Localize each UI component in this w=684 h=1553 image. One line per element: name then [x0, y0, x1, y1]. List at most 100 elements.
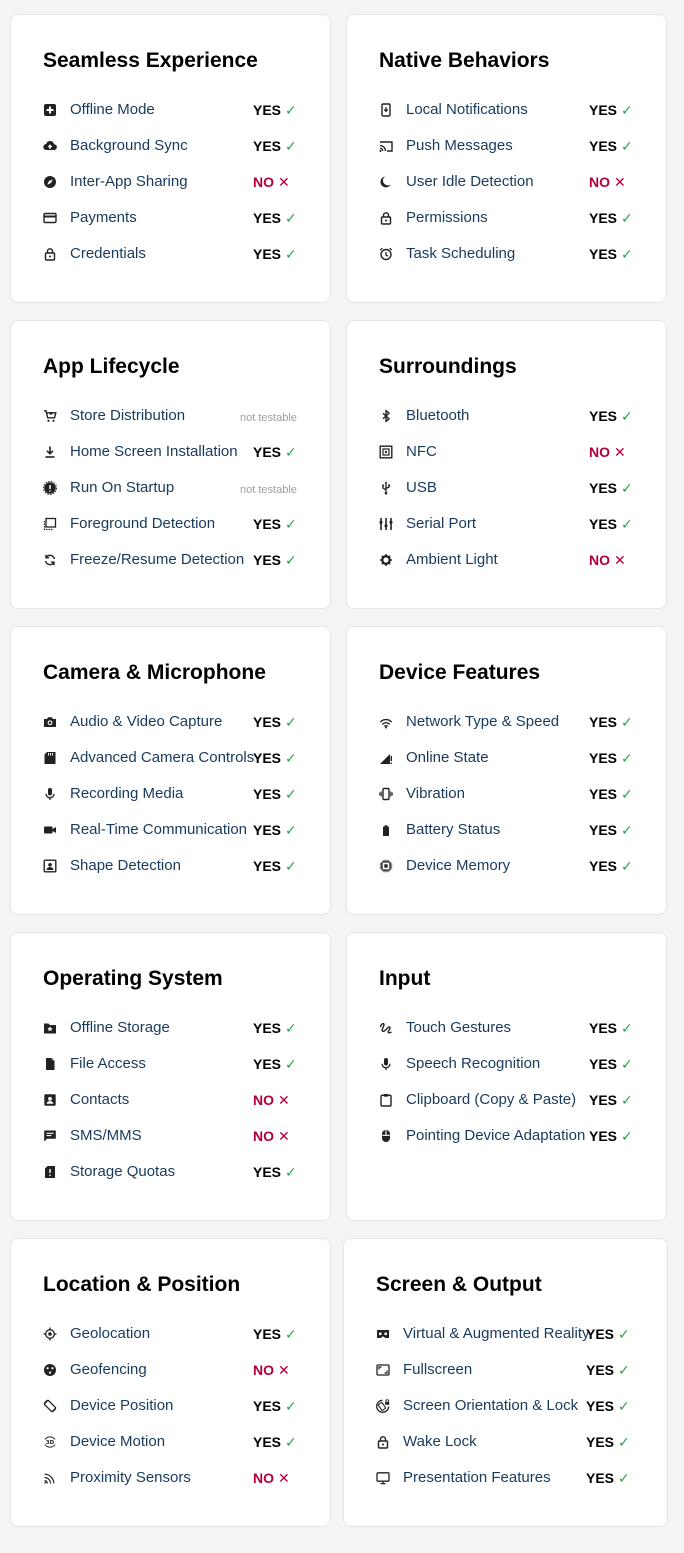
feature-row-battery-status[interactable]: Battery Status YES ✓: [379, 815, 639, 851]
feature-row-network-type-speed[interactable]: Network Type & Speed YES ✓: [379, 707, 639, 743]
feature-row-geolocation[interactable]: Geolocation YES ✓: [43, 1319, 303, 1355]
cross-icon: ✕: [614, 444, 626, 460]
feature-row-file-access[interactable]: File Access YES ✓: [43, 1049, 303, 1085]
check-icon: ✓: [618, 1398, 630, 1414]
feature-row-offline-storage[interactable]: Offline Storage YES ✓: [43, 1013, 303, 1049]
check-icon: ✓: [285, 138, 297, 154]
svg-text:3D: 3D: [46, 1440, 55, 1446]
feature-label: Payments: [70, 209, 137, 226]
phone-notification-icon: [381, 103, 391, 117]
feature-row-online-state[interactable]: Online State YES ✓: [379, 743, 639, 779]
feature-row-push-messages[interactable]: Push Messages YES ✓: [379, 131, 639, 167]
feature-row-foreground-detection[interactable]: Foreground Detection YES ✓: [43, 509, 303, 545]
feature-row-real-time-communication[interactable]: Real-Time Communication YES ✓: [43, 815, 303, 851]
status-yes: YES ✓: [589, 136, 633, 156]
gesture-icon: [379, 1022, 392, 1034]
feature-row-background-sync[interactable]: Background Sync YES ✓: [43, 131, 303, 167]
feature-row-device-motion[interactable]: 3D Device Motion YES ✓: [43, 1427, 303, 1463]
status-text: YES: [253, 444, 282, 460]
feature-row-freeze-resume-detection[interactable]: Freeze/Resume Detection YES ✓: [43, 545, 303, 581]
feature-row-serial-port[interactable]: Serial Port YES ✓: [379, 509, 639, 545]
feature-row-recording-media[interactable]: Recording Media YES ✓: [43, 779, 303, 815]
feature-row-advanced-camera-controls[interactable]: Advanced Camera Controls YES ✓: [43, 743, 303, 779]
feature-label: Run On Startup: [70, 479, 175, 496]
feature-label: Credentials: [70, 245, 146, 262]
folder-star-icon: [44, 1023, 56, 1034]
feature-row-inter-app-sharing[interactable]: Inter-App Sharing NO ✕: [43, 167, 303, 203]
feature-label: Foreground Detection: [70, 515, 216, 532]
check-icon: ✓: [285, 786, 297, 802]
feature-row-shape-detection[interactable]: Shape Detection YES ✓: [43, 851, 303, 887]
status-no: NO ✕: [253, 1090, 290, 1110]
feature-row-home-screen-installation[interactable]: Home Screen Installation YES ✓: [43, 437, 303, 473]
feature-row-geofencing[interactable]: Geofencing NO ✕: [43, 1355, 303, 1391]
feature-list: Touch Gestures YES ✓ Speech Recognition YES ✓…: [379, 1013, 639, 1157]
check-icon: ✓: [618, 1326, 630, 1342]
card-input: Input Touch Gestures YES ✓ Speech Recognitio…: [346, 932, 667, 1221]
status-yes: YES ✓: [589, 208, 633, 228]
feature-row-permissions[interactable]: Permissions YES ✓: [379, 203, 639, 239]
check-icon: ✓: [285, 1164, 297, 1180]
check-icon: ✓: [621, 516, 633, 532]
feature-row-nfc[interactable]: NFC NO ✕: [379, 437, 639, 473]
status-text: NO: [253, 1362, 274, 1378]
feature-row-pointing-device-adaptation[interactable]: Pointing Device Adaptation YES ✓: [379, 1121, 639, 1157]
feature-row-device-position[interactable]: Device Position YES ✓: [43, 1391, 303, 1427]
cross-icon: ✕: [278, 1128, 290, 1144]
feature-row-offline-mode[interactable]: Offline Mode YES ✓: [43, 95, 303, 131]
feature-row-run-on-startup[interactable]: Run On Startup not testable: [43, 473, 303, 509]
cross-icon: ✕: [614, 552, 626, 568]
status-text: YES: [253, 858, 282, 874]
feature-row-local-notifications[interactable]: Local Notifications YES ✓: [379, 95, 639, 131]
feature-row-credentials[interactable]: Credentials YES ✓: [43, 239, 303, 275]
feature-row-virtual-augmented-reality[interactable]: Virtual & Augmented Reality YES ✓: [376, 1319, 636, 1355]
check-icon: ✓: [621, 246, 633, 262]
feature-row-wake-lock[interactable]: Wake Lock YES ✓: [376, 1427, 636, 1463]
feature-row-contacts[interactable]: Contacts NO ✕: [43, 1085, 303, 1121]
feature-label: Audio & Video Capture: [70, 713, 223, 730]
feature-row-payments[interactable]: Payments YES ✓: [43, 203, 303, 239]
card-seamless-experience: Seamless Experience Offline Mode YES ✓ Backg…: [10, 14, 331, 303]
status-yes: YES ✓: [589, 244, 633, 264]
feature-row-bluetooth[interactable]: Bluetooth YES ✓: [379, 401, 639, 437]
feature-label: Device Memory: [406, 857, 511, 874]
status-yes: YES ✓: [586, 1360, 630, 1380]
feature-row-speech-recognition[interactable]: Speech Recognition YES ✓: [379, 1049, 639, 1085]
feature-row-task-scheduling[interactable]: Task Scheduling YES ✓: [379, 239, 639, 275]
feature-row-fullscreen[interactable]: Fullscreen YES ✓: [376, 1355, 636, 1391]
feature-row-usb[interactable]: USB YES ✓: [379, 473, 639, 509]
lock-icon: [44, 248, 56, 261]
feature-row-store-distribution[interactable]: Store Distribution not testable: [43, 401, 303, 437]
status-text: YES: [253, 1020, 282, 1036]
feature-list: Offline Storage YES ✓ File Access YES ✓ Contac…: [43, 1013, 303, 1193]
status-text: not testable: [240, 412, 297, 424]
screen-rotation-icon: [43, 1399, 57, 1413]
status-yes: YES ✓: [589, 478, 633, 498]
feature-label: Speech Recognition: [406, 1055, 541, 1072]
status-text: YES: [586, 1470, 615, 1486]
feature-row-device-memory[interactable]: Device Memory YES ✓: [379, 851, 639, 887]
check-icon: ✓: [621, 1128, 633, 1144]
feature-row-screen-orientation-lock[interactable]: Screen Orientation & Lock YES ✓: [376, 1391, 636, 1427]
feature-row-clipboard-copy-paste[interactable]: Clipboard (Copy & Paste) YES ✓: [379, 1085, 639, 1121]
feature-row-user-idle-detection[interactable]: User Idle Detection NO ✕: [379, 167, 639, 203]
check-icon: ✓: [618, 1470, 630, 1486]
feature-row-storage-quotas[interactable]: Storage Quotas YES ✓: [43, 1157, 303, 1193]
status-text: NO: [589, 174, 610, 190]
status-text: YES: [589, 246, 618, 262]
feature-row-audio-video-capture[interactable]: Audio & Video Capture YES ✓: [43, 707, 303, 743]
feature-row-ambient-light[interactable]: Ambient Light NO ✕: [379, 545, 639, 581]
contact-icon: [44, 1094, 56, 1106]
card-device-features: Device Features Network Type & Speed YES ✓ O…: [346, 626, 667, 915]
feature-row-proximity-sensors[interactable]: Proximity Sensors NO ✕: [43, 1463, 303, 1499]
check-icon: ✓: [285, 1398, 297, 1414]
feature-label: User Idle Detection: [406, 173, 534, 190]
status-yes: YES ✓: [586, 1468, 630, 1488]
feature-row-vibration[interactable]: Vibration YES ✓: [379, 779, 639, 815]
feature-label: NFC: [406, 443, 437, 460]
status-text: YES: [589, 1128, 618, 1144]
feature-row-touch-gestures[interactable]: Touch Gestures YES ✓: [379, 1013, 639, 1049]
feature-row-sms-mms[interactable]: SMS/MMS NO ✕: [43, 1121, 303, 1157]
feature-row-presentation-features[interactable]: Presentation Features YES ✓: [376, 1463, 636, 1499]
status-text: YES: [253, 1056, 282, 1072]
